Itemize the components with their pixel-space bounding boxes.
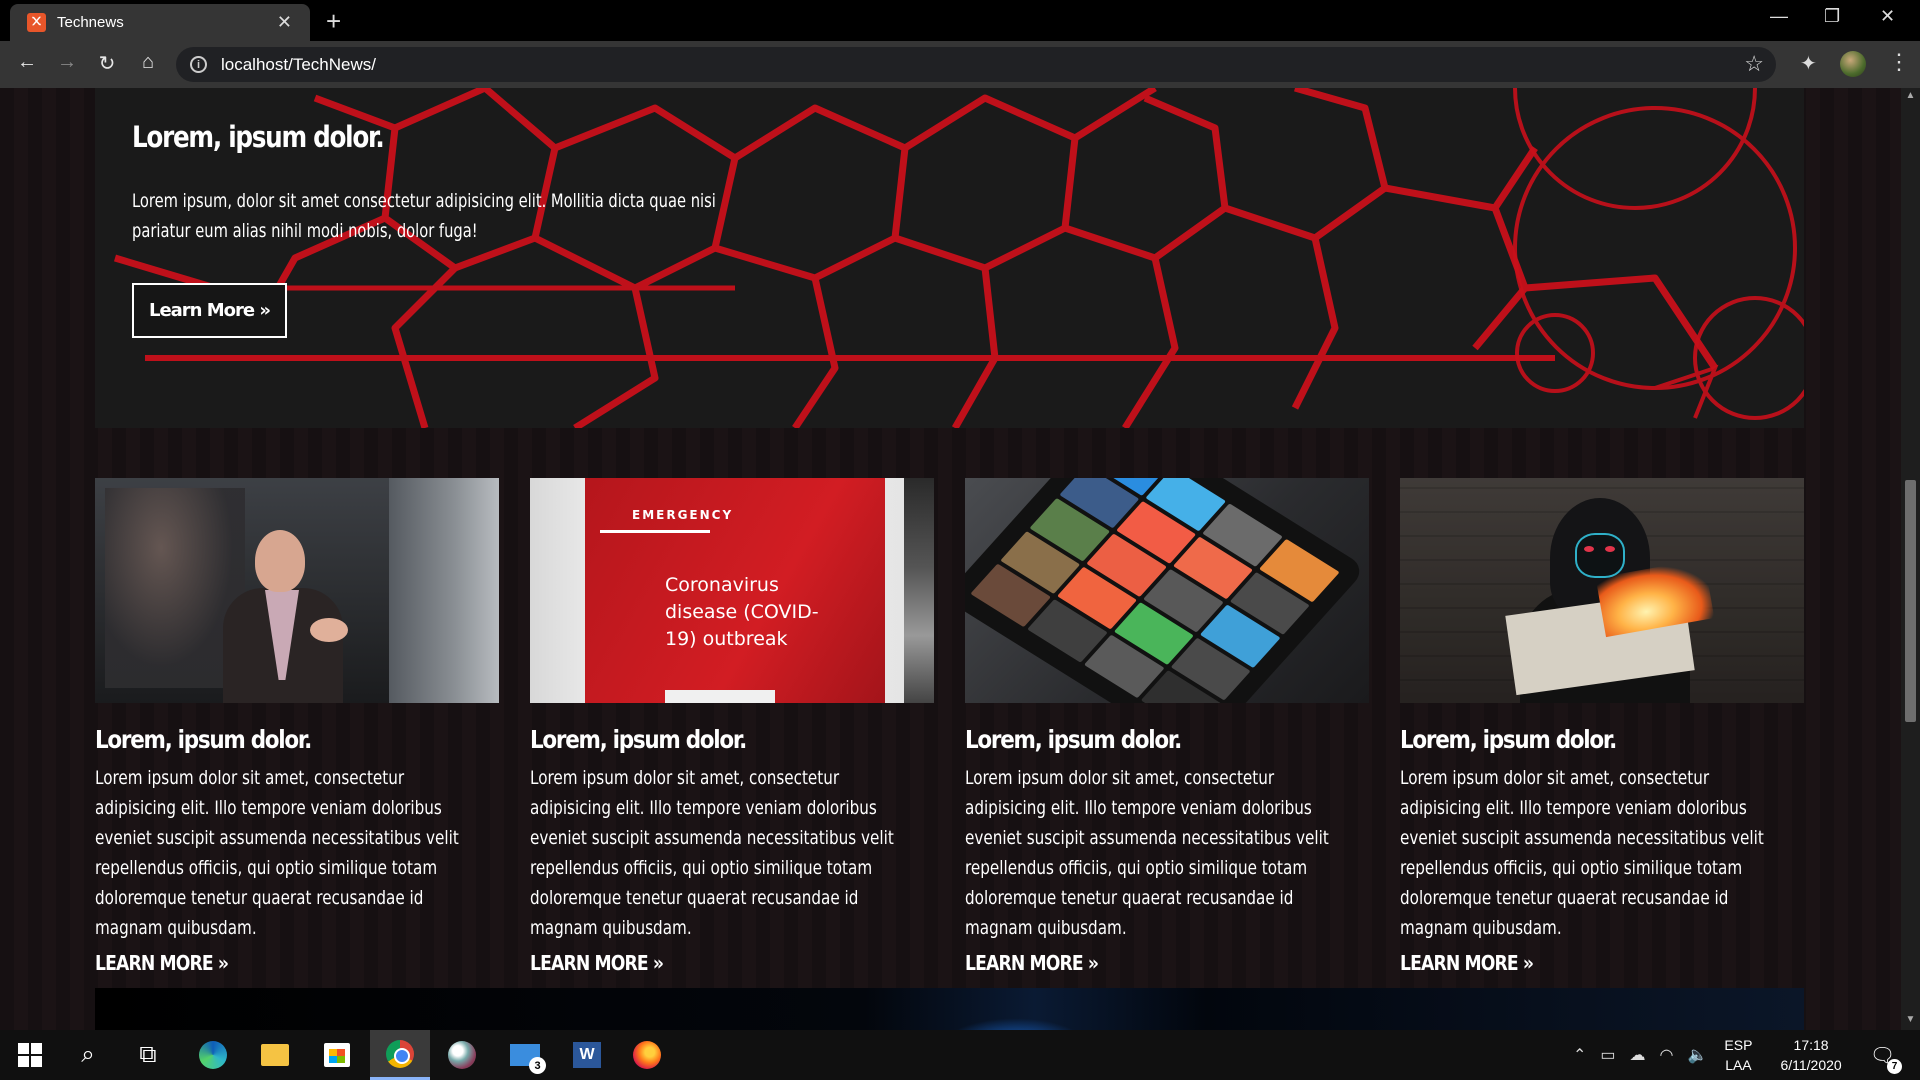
system-tray: ⌃ ▭ ☁ ◠ 🔈 ESP LAA 17:18 6/11/2020 🗨 7 [1566,1030,1903,1080]
hero-learn-more-button[interactable]: Learn More » [132,283,287,338]
emergency-sign-photo[interactable]: EMERGENCY Coronavirus disease (COVID- 19… [530,478,934,703]
windows-taskbar: ⌕ ⧉ 3 W ⌃ ▭ ☁ ◠ 🔈 ESP LAA 17:18 6/11/202… [0,1030,1920,1080]
notifications-count-badge: 7 [1887,1058,1903,1074]
hooded-figure-newspaper-photo[interactable] [1400,478,1804,703]
task-view-button[interactable]: ⧉ [118,1030,178,1080]
news-cards: Lorem, ipsum dolor. Lorem ipsum dolor si… [95,478,1804,975]
card-text: Lorem ipsum dolor sit amet, consectetur … [965,767,1329,939]
language-code: ESP [1724,1037,1753,1053]
firefox-icon [633,1041,661,1069]
restore-button[interactable]: ❐ [1824,6,1840,27]
browser-toolbar: ← → ↻ ⌂ i localhost/TechNews/ ☆ ✦ ⋮ [0,41,1920,88]
keyboard-layout: LAA [1725,1057,1752,1073]
start-button[interactable] [0,1030,60,1080]
browser-tab-strip: ᙭ Technews ✕ + — ❐ ✕ [0,0,1920,41]
search-icon: ⌕ [81,1041,95,1068]
news-card: EMERGENCY Coronavirus disease (COVID- 19… [530,478,934,975]
card-text: Lorem ipsum dolor sit amet, consectetur … [530,767,894,939]
bookmark-star-icon[interactable]: ☆ [1744,51,1764,77]
hero-banner: Lorem, ipsum dolor. Lorem ipsum, dolor s… [95,88,1804,428]
page-scrollbar[interactable]: ▲ ▼ [1901,88,1920,1030]
card-learn-more-link[interactable]: LEARN MORE » [965,951,1312,975]
new-tab-button[interactable]: + [326,8,341,34]
close-window-button[interactable]: ✕ [1880,6,1895,27]
card-learn-more-link[interactable]: LEARN MORE » [1400,951,1747,975]
card-title: Lorem, ipsum dolor. [95,725,312,754]
search-button[interactable]: ⌕ [58,1030,118,1080]
chrome-icon [386,1039,414,1068]
input-language[interactable]: ESP LAA [1724,1035,1752,1075]
word-icon: W [573,1042,601,1068]
tab-title: Technews [57,14,124,31]
taskbar-paint[interactable] [432,1030,492,1080]
page-viewport: Lorem, ipsum dolor. Lorem ipsum, dolor s… [0,88,1901,1030]
store-icon [324,1043,350,1067]
clock-date: 6/11/2020 [1780,1057,1842,1073]
news-card: Lorem, ipsum dolor. Lorem ipsum dolor si… [965,478,1369,975]
back-arrow-icon[interactable]: ← [13,51,41,74]
news-card: Lorem, ipsum dolor. Lorem ipsum dolor si… [95,478,499,975]
card-text: Lorem ipsum dolor sit amet, consectetur … [1400,767,1764,939]
address-bar[interactable]: i localhost/TechNews/ ☆ [176,47,1776,82]
edge-icon [199,1041,227,1069]
card-text: Lorem ipsum dolor sit amet, consectetur … [95,767,459,939]
taskbar-edge[interactable] [183,1030,243,1080]
card-learn-more-link[interactable]: LEARN MORE » [95,951,442,975]
news-card: Lorem, ipsum dolor. Lorem ipsum dolor si… [1400,478,1804,975]
image-caption-header: EMERGENCY [632,508,734,522]
wifi-icon[interactable]: ◠ [1660,1045,1674,1065]
close-tab-icon[interactable]: ✕ [277,12,292,33]
reload-icon[interactable]: ↻ [93,51,121,76]
profile-avatar[interactable] [1840,51,1866,77]
site-info-icon[interactable]: i [190,56,207,73]
scroll-down-arrow-icon[interactable]: ▼ [1901,1014,1920,1025]
forward-arrow-icon[interactable]: → [53,51,81,74]
folder-icon [261,1044,289,1066]
notifications-button[interactable]: 🗨 7 [1870,1043,1903,1074]
scroll-up-arrow-icon[interactable]: ▲ [1901,90,1920,101]
volume-icon[interactable]: 🔈 [1688,1045,1708,1065]
taskbar-file-explorer[interactable] [245,1030,305,1080]
image-caption-body: Coronavirus disease (COVID- 19) outbreak [665,574,819,650]
taskbar-word[interactable]: W [557,1030,617,1080]
chevron-up-icon[interactable]: ⌃ [1573,1045,1586,1065]
card-title: Lorem, ipsum dolor. [965,725,1182,754]
browser-menu-icon[interactable]: ⋮ [1888,49,1910,75]
taskbar-clock[interactable]: 17:18 6/11/2020 [1780,1035,1841,1075]
taskbar-chrome[interactable] [370,1030,430,1080]
minimize-button[interactable]: — [1770,6,1788,27]
battery-icon[interactable]: ▭ [1600,1045,1615,1065]
card-learn-more-link[interactable]: LEARN MORE » [530,951,877,975]
next-section-glow [940,1018,1090,1030]
taskbar-store[interactable] [307,1030,367,1080]
card-title: Lorem, ipsum dolor. [1400,725,1617,754]
hero-text: Lorem ipsum, dolor sit amet consectetur … [132,190,716,242]
taskbar-firefox[interactable] [617,1030,677,1080]
tablet-photo[interactable] [965,478,1369,703]
mail-count-badge: 3 [529,1057,546,1074]
onedrive-cloud-icon[interactable]: ☁ [1630,1045,1646,1065]
xampp-icon: ᙭ [27,13,46,32]
mail-icon: 3 [510,1044,546,1074]
hero-title: Lorem, ipsum dolor. [132,120,385,154]
home-icon[interactable]: ⌂ [134,51,162,74]
card-title: Lorem, ipsum dolor. [530,725,747,754]
taskbar-mail[interactable]: 3 [495,1030,555,1080]
scrollbar-thumb[interactable] [1905,480,1916,722]
clock-time: 17:18 [1793,1037,1829,1053]
presenter-photo[interactable] [95,478,499,703]
extensions-puzzle-icon[interactable]: ✦ [1800,51,1817,76]
paint-icon [448,1041,476,1069]
url-text[interactable]: localhost/TechNews/ [221,55,376,75]
task-view-icon: ⧉ [139,1041,157,1068]
windows-logo-icon [18,1043,42,1067]
browser-tab[interactable]: ᙭ Technews ✕ [10,4,310,41]
